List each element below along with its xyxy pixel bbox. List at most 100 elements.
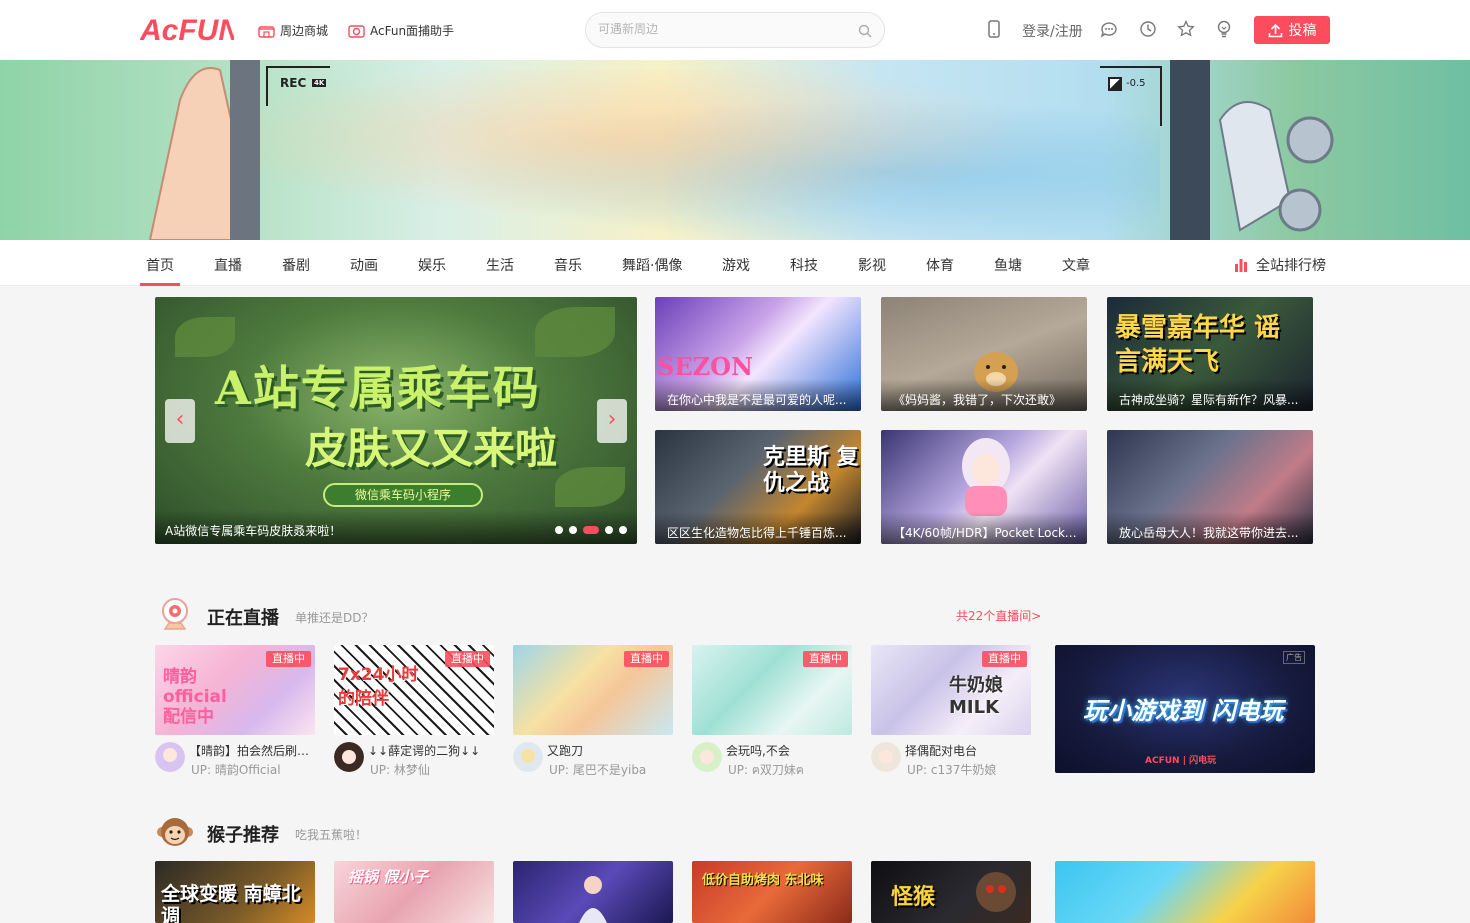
upload-button-label: 投稿 bbox=[1288, 23, 1317, 39]
upload-button[interactable]: 投稿 bbox=[1254, 16, 1330, 44]
recommend-card[interactable]: 怪猴 bbox=[871, 861, 1031, 923]
thumb-overlay-text: 克里斯 复仇之战 bbox=[763, 444, 859, 496]
video-thumb[interactable]: SEZON 在你心中我是不是最可爱的人呢... bbox=[655, 297, 861, 411]
video-thumb[interactable]: 【4K/60帧/HDR】Pocket Locket... bbox=[881, 430, 1087, 544]
live-card[interactable]: 直播中 会玩吗,不会 UP: ฅ双刀妹ฅ bbox=[692, 645, 852, 777]
ad-text: 玩小游戏到 闪电玩 bbox=[1083, 697, 1284, 725]
live-cover: 直播中 bbox=[692, 645, 852, 735]
live-card-up[interactable]: UP: c137牛奶娘 bbox=[907, 761, 996, 778]
nav-item-anime[interactable]: 动画 bbox=[350, 255, 378, 275]
live-cover: 晴韵official 配信中 直播中 bbox=[155, 645, 315, 735]
monkey-face-illustration bbox=[976, 872, 1016, 912]
carousel-dot[interactable] bbox=[569, 526, 577, 534]
history-icon[interactable] bbox=[1139, 20, 1157, 38]
video-thumb[interactable]: 《妈妈酱，我错了，下次还敢》 bbox=[881, 297, 1087, 411]
nav-item-article[interactable]: 文章 bbox=[1062, 255, 1090, 275]
favorite-star-icon[interactable] bbox=[1177, 20, 1195, 38]
live-card-up[interactable]: UP: ฅ双刀妹ฅ bbox=[728, 761, 804, 780]
nav-item-fishpond[interactable]: 鱼塘 bbox=[994, 255, 1022, 275]
video-thumb[interactable]: 暴雪嘉年华 谣言满天飞 古神成坐骑？星际有新作？风暴... bbox=[1107, 297, 1313, 411]
live-more-link[interactable]: 共22个直播间> bbox=[956, 607, 1041, 624]
carousel-dots bbox=[555, 526, 627, 534]
carousel-next-arrow[interactable]: › bbox=[597, 399, 627, 443]
monkey-icon bbox=[157, 818, 193, 846]
live-status-tag: 直播中 bbox=[982, 651, 1027, 667]
message-icon[interactable] bbox=[1100, 20, 1118, 38]
live-status-tag: 直播中 bbox=[266, 651, 311, 667]
top-header: AcFUN 周边商城 AcFun面捕助手 登录/注册 投稿 bbox=[0, 0, 1470, 60]
exposure-value: -0.5 bbox=[1126, 78, 1146, 89]
carousel-headline-1: A站专属乘车码 bbox=[215, 361, 541, 415]
thumb-caption-bar: 《妈妈酱，我错了，下次还敢》 bbox=[881, 379, 1087, 411]
ranking-link[interactable]: 全站排行榜 bbox=[1234, 255, 1326, 275]
live-card[interactable]: 牛奶娘 MILK 直播中 择偶配对电台 UP: c137牛奶娘 bbox=[871, 645, 1031, 777]
recommend-card[interactable] bbox=[513, 861, 673, 923]
shop-icon bbox=[258, 25, 275, 38]
live-card-title[interactable]: 【晴韵】拍会然后刷异... bbox=[189, 742, 315, 759]
nav-item-sports[interactable]: 体育 bbox=[926, 255, 954, 275]
live-card-title[interactable]: 择偶配对电台 bbox=[905, 742, 1031, 759]
login-link[interactable]: 登录/注册 bbox=[1022, 21, 1083, 41]
carousel-pill: 微信乘车码小程序 bbox=[323, 483, 483, 507]
ad-banner[interactable]: 广告 玩小游戏到 闪电玩 ACFUN | 闪电玩 bbox=[1055, 645, 1315, 773]
live-card-title[interactable]: 又跑刀 bbox=[547, 742, 673, 759]
recommend-card[interactable]: 低价自助烤肉 东北味 bbox=[692, 861, 852, 923]
mobile-icon[interactable] bbox=[985, 20, 1003, 38]
nav-item-home[interactable]: 首页 bbox=[146, 255, 174, 275]
nav-item-film[interactable]: 影视 bbox=[858, 255, 886, 275]
shop-link[interactable]: 周边商城 bbox=[258, 22, 328, 39]
live-card-up[interactable]: UP: 林梦仙 bbox=[370, 761, 430, 778]
recommend-card-text: 摇锅 假小子 bbox=[348, 868, 429, 886]
avatar[interactable] bbox=[871, 742, 901, 772]
video-thumb[interactable]: 放心岳母大人！我就这带你进去... bbox=[1107, 430, 1313, 544]
avatar[interactable] bbox=[513, 742, 543, 772]
live-card[interactable]: 直播中 又跑刀 UP: 尾巴不是yiba bbox=[513, 645, 673, 777]
avatar[interactable] bbox=[155, 742, 185, 772]
carousel-leaf-decoration bbox=[535, 307, 615, 357]
thumb-caption: 在你心中我是不是最可爱的人呢... bbox=[667, 393, 847, 407]
live-card[interactable]: 晴韵official 配信中 直播中 【晴韵】拍会然后刷异... UP: 晴韵O… bbox=[155, 645, 315, 777]
carousel-dot[interactable] bbox=[619, 526, 627, 534]
live-cover-text: 7x24小时 的陪伴 bbox=[338, 665, 419, 709]
nav-item-life[interactable]: 生活 bbox=[486, 255, 514, 275]
search-icon[interactable] bbox=[858, 24, 872, 38]
live-cover: 直播中 bbox=[513, 645, 673, 735]
live-cover: 7x24小时 的陪伴 直播中 bbox=[334, 645, 494, 735]
carousel-dot[interactable] bbox=[605, 526, 613, 534]
carousel-leaf-decoration bbox=[175, 317, 235, 357]
live-card-up[interactable]: UP: 尾巴不是yiba bbox=[549, 761, 646, 778]
thumb-overlay-text: SEZON bbox=[657, 352, 753, 381]
live-card-title[interactable]: ↓↓薛定谔的二狗↓↓ bbox=[368, 742, 494, 759]
live-card-title[interactable]: 会玩吗,不会 bbox=[726, 742, 852, 759]
nav-item-entertainment[interactable]: 娱乐 bbox=[418, 255, 446, 275]
nav-item-dance[interactable]: 舞蹈·偶像 bbox=[622, 255, 682, 275]
recommend-card[interactable]: 摇锅 假小子 bbox=[334, 861, 494, 923]
main-carousel[interactable]: A站专属乘车码 皮肤又又来啦 微信乘车码小程序 A站微信专属乘车码皮肤叒来啦！ … bbox=[155, 297, 637, 544]
live-card[interactable]: 7x24小时 的陪伴 直播中 ↓↓薛定谔的二狗↓↓ UP: 林梦仙 bbox=[334, 645, 494, 777]
carousel-prev-arrow[interactable]: ‹ bbox=[165, 399, 195, 443]
nav-item-game[interactable]: 游戏 bbox=[722, 255, 750, 275]
nav-item-tech[interactable]: 科技 bbox=[790, 255, 818, 275]
rec-badge: 4K bbox=[312, 79, 327, 87]
rec-label: REC bbox=[280, 76, 307, 90]
video-thumb[interactable]: 克里斯 复仇之战 区区生化造物怎比得上千锤百炼... bbox=[655, 430, 861, 544]
face-capture-link[interactable]: AcFun面捕助手 bbox=[348, 22, 454, 39]
search-input[interactable] bbox=[598, 22, 848, 36]
nav-item-bangumi[interactable]: 番剧 bbox=[282, 255, 310, 275]
carousel-dot[interactable] bbox=[555, 526, 563, 534]
bulb-icon[interactable] bbox=[1215, 20, 1233, 38]
carousel-dot-active[interactable] bbox=[583, 526, 599, 534]
live-status-tag: 直播中 bbox=[445, 651, 490, 667]
nav-item-music[interactable]: 音乐 bbox=[554, 255, 582, 275]
acfun-logo[interactable]: AcFUN bbox=[140, 12, 234, 46]
avatar[interactable] bbox=[334, 742, 364, 772]
recommend-card[interactable]: 全球变暖 南蟑北调 bbox=[155, 861, 315, 923]
top-banner[interactable]: REC 4K -0.5 bbox=[0, 60, 1470, 240]
monkey-section-subtitle: 吃我五蕉啦！ bbox=[295, 828, 368, 842]
recommend-card-wide[interactable] bbox=[1055, 861, 1315, 923]
thumb-caption-bar: 【4K/60帧/HDR】Pocket Locket... bbox=[881, 512, 1087, 544]
nav-item-live[interactable]: 直播 bbox=[214, 255, 242, 275]
channel-nav: 首页 直播 番剧 动画 娱乐 生活 音乐 舞蹈·偶像 游戏 科技 影视 体育 鱼… bbox=[0, 240, 1470, 286]
live-card-up[interactable]: UP: 晴韵Official bbox=[191, 761, 281, 778]
avatar[interactable] bbox=[692, 742, 722, 772]
